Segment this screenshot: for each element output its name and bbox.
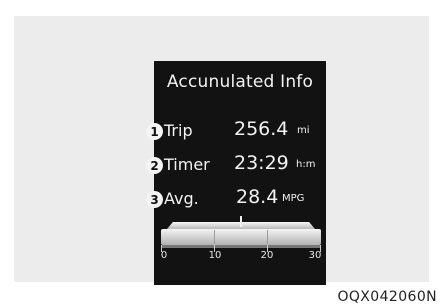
gauge-tick-label: 10: [208, 250, 222, 261]
callout-badge-1: 1: [146, 123, 163, 140]
trip-value: 256.4: [234, 118, 289, 140]
display-title: Accunulated Info: [166, 72, 314, 92]
trip-unit: mi: [297, 125, 310, 136]
gauge-baseline: [161, 245, 321, 248]
illustration-panel: Accunulated Info 1 Trip 256.4 mi 2 Timer…: [14, 16, 429, 285]
gauge-tick-label: 20: [260, 250, 274, 261]
avg-row: 3 Avg. 28.4 MPG: [146, 186, 326, 215]
figure-code: OQX042060N: [337, 289, 437, 305]
fuel-economy-gauge: 0 10 20 30: [160, 216, 322, 262]
cluster-display: Accunulated Info 1 Trip 256.4 mi 2 Timer…: [146, 61, 326, 285]
timer-row: 2 Timer 23:29 h:m: [146, 152, 326, 181]
gauge-tick-label: 30: [308, 250, 322, 261]
timer-value: 23:29: [234, 152, 289, 174]
timer-label: Timer: [164, 155, 210, 174]
gauge-segment-divider: [214, 230, 215, 244]
gauge-bar: [161, 229, 321, 245]
trip-label: Trip: [164, 121, 193, 140]
timer-unit: h:m: [296, 159, 316, 170]
gauge-pointer: [240, 216, 242, 227]
trip-row: 1 Trip 256.4 mi: [146, 118, 326, 147]
avg-unit: MPG: [282, 193, 305, 204]
avg-label: Avg.: [164, 189, 199, 208]
avg-value: 28.4: [236, 186, 279, 208]
callout-badge-3: 3: [146, 191, 163, 208]
callout-badge-2: 2: [146, 157, 163, 174]
gauge-tick-label: 0: [160, 250, 168, 261]
gauge-segment-divider: [267, 230, 268, 244]
